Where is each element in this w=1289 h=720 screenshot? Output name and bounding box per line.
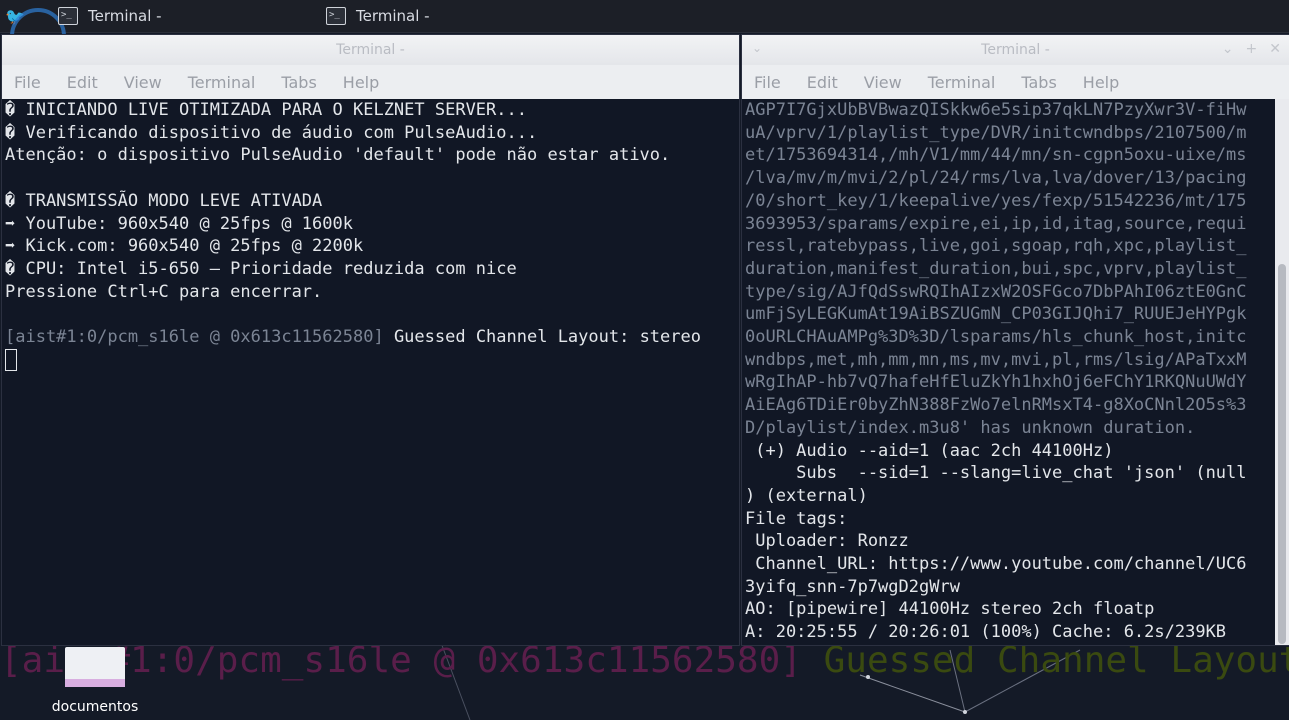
terminal-line: Channel_URL: https://www.youtube.com/cha… bbox=[745, 554, 1247, 575]
ghost-text-green: Guessed Channel Layout bbox=[801, 640, 1289, 681]
terminal-line: AiEAg6TDiEr0byZhN388FzWo7elnRMsxT4-g8XoC… bbox=[745, 395, 1247, 416]
menu-tabs[interactable]: Tabs bbox=[281, 73, 316, 92]
terminal-line: AGP7I7GjxUbBVBwazQISkkw6e5sip37qkLN7PzyX… bbox=[745, 100, 1247, 120]
terminal-window-right[interactable]: ⌄ Terminal - ⌄ + ✕ File Edit View Termin… bbox=[742, 35, 1289, 645]
terminal-icon: >_ bbox=[58, 7, 78, 25]
terminal-line: ​ bbox=[5, 303, 739, 326]
menu-terminal[interactable]: Terminal bbox=[188, 73, 256, 92]
terminal-line: ➡ Kick.com: 960x540 @ 25fps @ 2200k bbox=[5, 236, 364, 257]
terminal-line: duration,manifest_duration,bui,spc,vprv,… bbox=[745, 258, 1247, 279]
terminal-line: � Verificando dispositivo de áudio com P… bbox=[5, 122, 538, 143]
window-menu-icon[interactable]: ⌄ bbox=[752, 41, 762, 55]
desktop-icon-documentos[interactable]: documentos bbox=[40, 647, 150, 717]
terminal-line: [aist#1:0/pcm_s16le @ 0x613c11562580] Gu… bbox=[5, 326, 739, 349]
terminal-line: 3yifq_snn-7p7wgD2gWrw bbox=[745, 576, 960, 597]
terminal-line: File tags: bbox=[745, 508, 848, 529]
terminal-line: � TRANSMISSÃO MODO LEVE ATIVADA bbox=[5, 190, 323, 211]
text-cursor bbox=[5, 348, 17, 371]
menu-help[interactable]: Help bbox=[343, 73, 379, 92]
menu-bar: File Edit View Terminal Tabs Help bbox=[742, 65, 1289, 100]
menu-view[interactable]: View bbox=[864, 73, 902, 92]
terminal-line: uA/vprv/1/playlist_type/DVR/initcwndbps/… bbox=[745, 122, 1247, 143]
terminal-line: 3693953/sparams/expire,ei,ip,id,itag,sou… bbox=[745, 213, 1247, 234]
terminal-output[interactable]: � INICIANDO LIVE OTIMIZADA PARA O KELZNE… bbox=[2, 99, 739, 645]
wallpaper-ghost-text: [aist#1:0/pcm_s16le @ 0x613c11562580] Gu… bbox=[0, 640, 1289, 681]
terminal-line: D/playlist/index.m3u8' has unknown durat… bbox=[745, 417, 1196, 438]
terminal-line: Pressione Ctrl+C para encerrar. bbox=[5, 281, 323, 302]
terminal-line: Uploader: Ronzz bbox=[745, 531, 909, 552]
window-title: Terminal - bbox=[336, 42, 405, 58]
maximize-icon[interactable]: + bbox=[1246, 41, 1258, 57]
log-message: Guessed Channel Layout: stereo bbox=[383, 327, 701, 348]
terminal-line: ressl,ratebypass,live,goi,sgoap,rqh,xpc,… bbox=[745, 236, 1247, 257]
menu-terminal[interactable]: Terminal bbox=[928, 73, 996, 92]
menu-edit[interactable]: Edit bbox=[807, 73, 838, 92]
window-titlebar[interactable]: Terminal - bbox=[2, 35, 739, 65]
menu-tabs[interactable]: Tabs bbox=[1021, 73, 1056, 92]
menu-view[interactable]: View bbox=[124, 73, 162, 92]
terminal-line: /lva/mv/m/mvi/2/pl/24/rms/lva,lva/dover/… bbox=[745, 168, 1247, 189]
terminal-line: � INICIANDO LIVE OTIMIZADA PARA O KELZNE… bbox=[5, 100, 527, 120]
terminal-line: AO: [pipewire] 44100Hz stereo 2ch floatp bbox=[745, 599, 1155, 620]
terminal-window-left[interactable]: Terminal - File Edit View Terminal Tabs … bbox=[2, 35, 739, 645]
window-title: Terminal - bbox=[981, 42, 1050, 58]
folder-icon bbox=[65, 647, 125, 687]
terminal-line: wndbps,met,mh,mm,mn,ms,mv,mvi,pl,rms/lsi… bbox=[745, 349, 1247, 370]
terminal-line: ➡ YouTube: 960x540 @ 25fps @ 1600k bbox=[5, 213, 353, 234]
menu-file[interactable]: File bbox=[754, 73, 781, 92]
terminal-line: A: 20:25:55 / 20:26:01 (100%) Cache: 6.2… bbox=[745, 622, 1227, 643]
log-prefix: [aist#1:0/pcm_s16le @ 0x613c11562580] bbox=[5, 327, 384, 348]
terminal-line: Subs --sid=1 --slang=live_chat 'json' (n… bbox=[745, 463, 1247, 484]
minimize-icon[interactable]: ⌄ bbox=[1222, 41, 1234, 57]
terminal-line: wRgIhAP-hb7vQ7hafeHfEluZkYh1hxhOj6eFChY1… bbox=[745, 372, 1247, 393]
menu-bar: File Edit View Terminal Tabs Help bbox=[2, 65, 739, 100]
terminal-prompt[interactable] bbox=[5, 348, 739, 374]
terminal-line: type/sig/AJfQdSswRQIhAIzxW2OSFGco7DbPAhI… bbox=[745, 281, 1247, 302]
terminal-line: umFjSyLEGKumAt19AiBSZUGmN_CP03GIJQhi7_RU… bbox=[745, 304, 1247, 325]
taskbar-task-terminal-1[interactable]: >_ Terminal - bbox=[50, 1, 316, 31]
window-titlebar[interactable]: ⌄ Terminal - ⌄ + ✕ bbox=[742, 35, 1289, 65]
menu-edit[interactable]: Edit bbox=[67, 73, 98, 92]
terminal-line: et/1753694314,/mh/V1/mm/44/mn/sn-cgpn5ox… bbox=[745, 145, 1247, 166]
task-title: Terminal - bbox=[88, 7, 162, 25]
terminal-line: ) (external) bbox=[745, 485, 868, 506]
terminal-line: Atenção: o dispositivo PulseAudio 'defau… bbox=[5, 145, 671, 166]
terminal-line: ​ bbox=[5, 167, 739, 190]
terminal-line: � CPU: Intel i5-650 – Prioridade reduzid… bbox=[5, 258, 517, 279]
terminal-line: 0oURLCHAuAMPg%3D%3D/lsparams/hls_chunk_h… bbox=[745, 327, 1247, 348]
terminal-line: (+) Audio --aid=1 (aac 2ch 44100Hz) bbox=[745, 440, 1114, 461]
taskbar-task-terminal-2[interactable]: >_ Terminal - bbox=[318, 1, 584, 31]
taskbar: 🐦 >_ Terminal - >_ Terminal - bbox=[0, 0, 1289, 64]
menu-file[interactable]: File bbox=[14, 73, 41, 92]
scrollbar-thumb[interactable] bbox=[1278, 264, 1286, 644]
close-icon[interactable]: ✕ bbox=[1269, 41, 1281, 57]
terminal-icon: >_ bbox=[326, 7, 346, 25]
task-title: Terminal - bbox=[356, 7, 430, 25]
terminal-output[interactable]: AGP7I7GjxUbBVBwazQISkkw6e5sip37qkLN7PzyX… bbox=[742, 99, 1275, 645]
scrollbar[interactable] bbox=[1275, 99, 1289, 645]
desktop-icon-label: documentos bbox=[51, 699, 139, 715]
terminal-line: /0/short_key/1/keepalive/yes/fexp/515422… bbox=[745, 190, 1247, 211]
menu-help[interactable]: Help bbox=[1083, 73, 1119, 92]
